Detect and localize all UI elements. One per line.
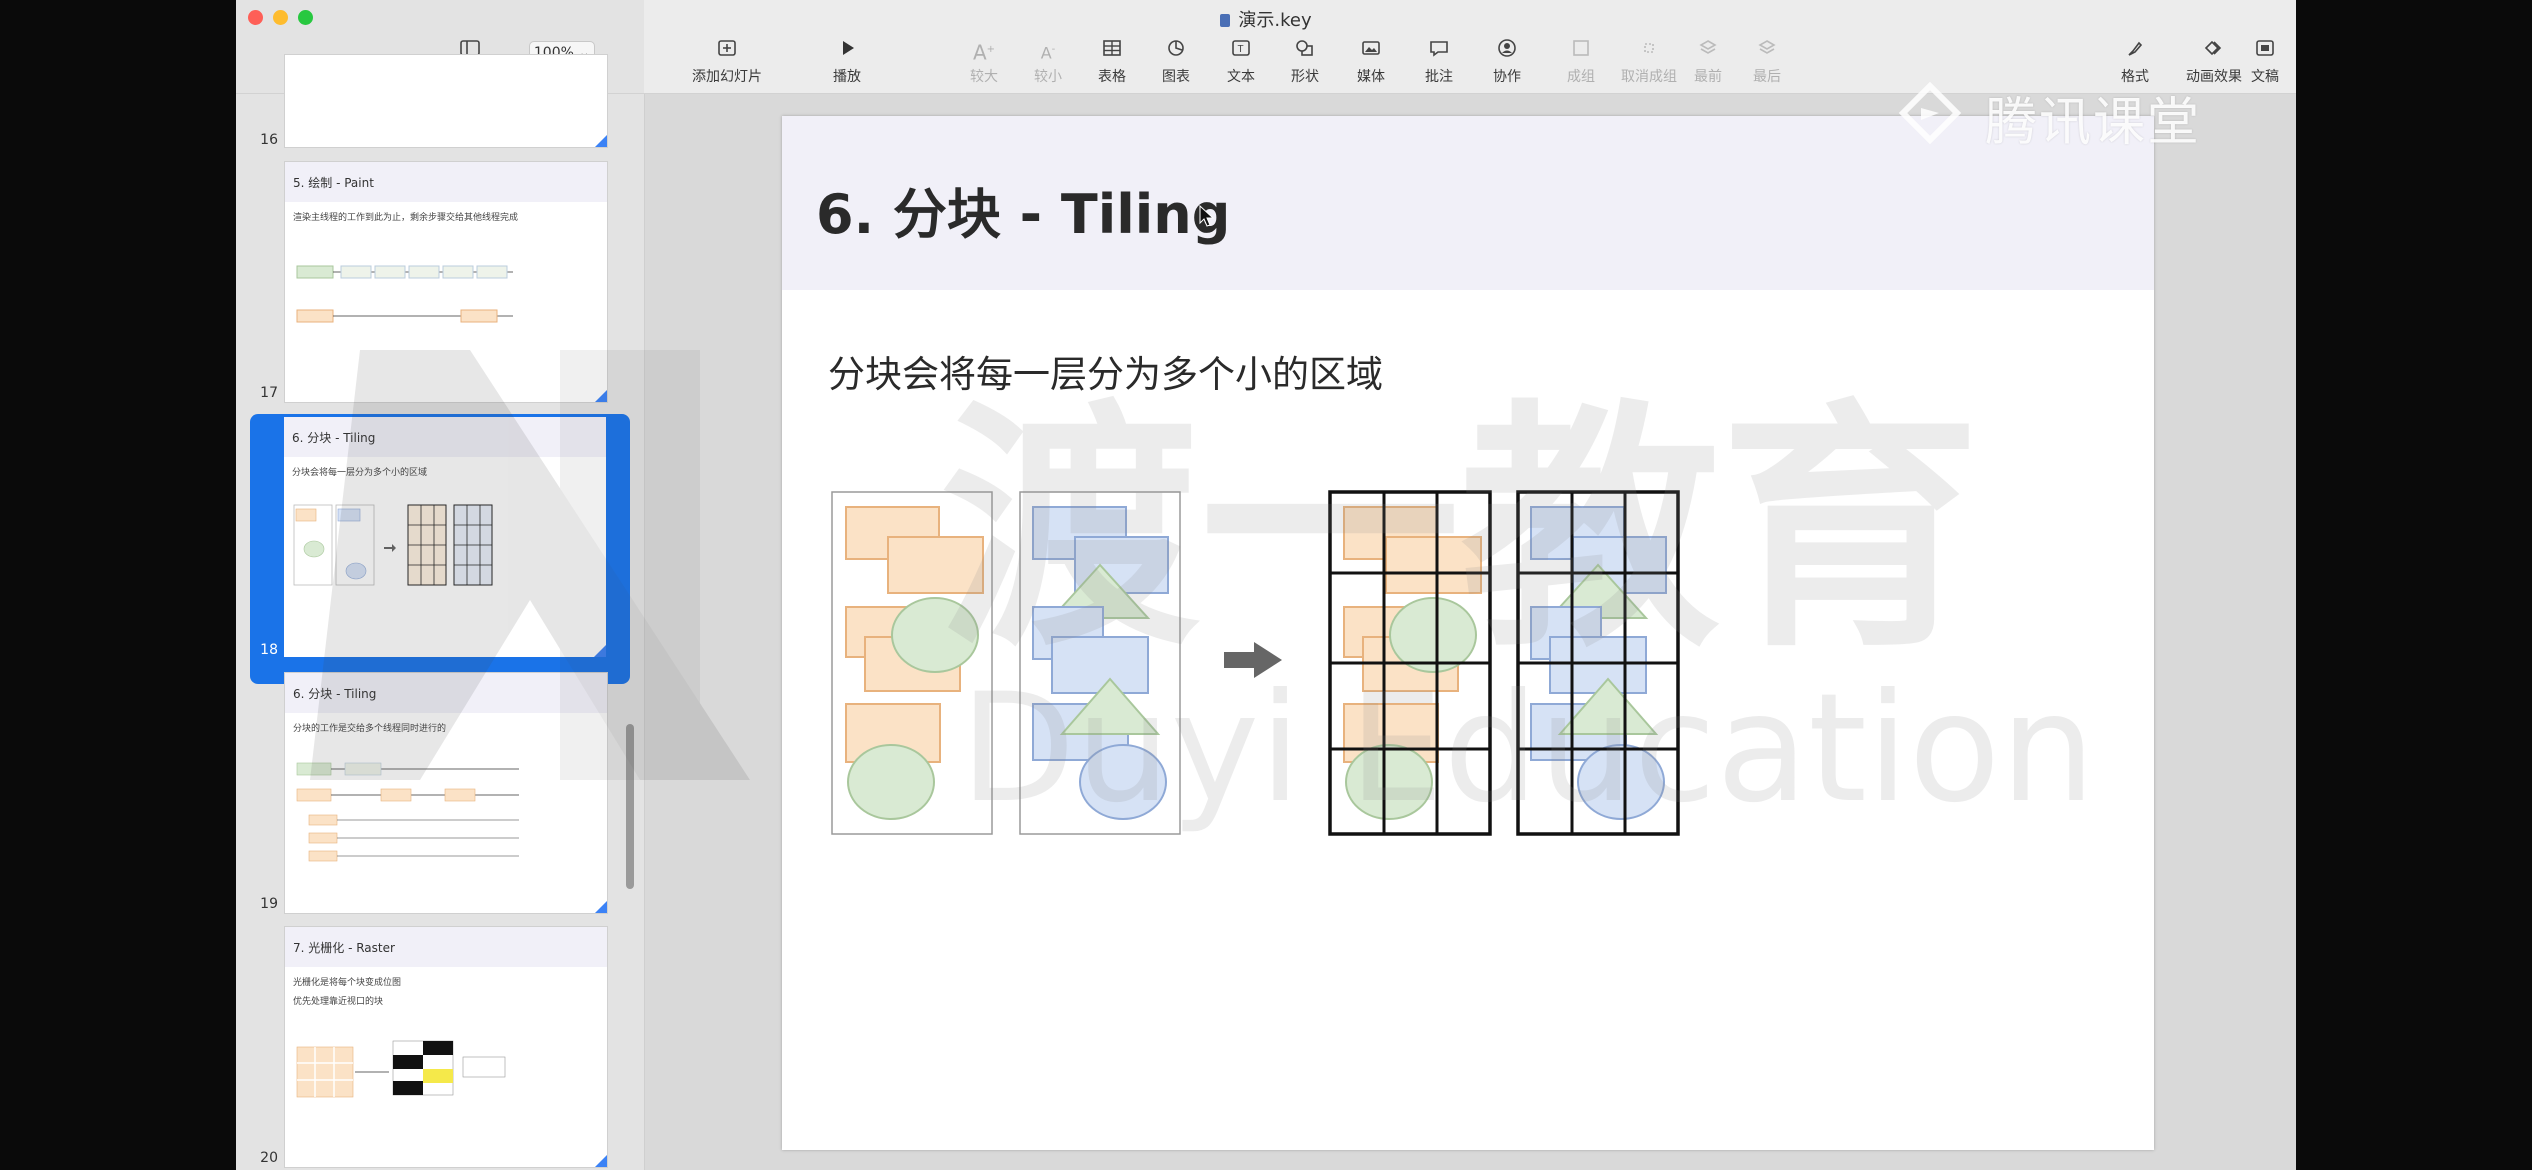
tiling-diagram: [831, 490, 1680, 836]
play-icon: [802, 38, 892, 62]
tencent-logo-icon: [1898, 81, 1962, 145]
add-slide-icon: [682, 38, 772, 62]
window-title: 演示.key: [236, 6, 2296, 32]
play-button[interactable]: 播放: [802, 38, 892, 86]
format-button[interactable]: 格式: [2090, 38, 2180, 86]
back-icon: [1722, 38, 1812, 62]
slide-number-19: 19: [260, 896, 278, 912]
format-icon: [2090, 38, 2180, 62]
slide-navigator: 16 5. 绘制 - Paint 渲染主线程的工作到此为止，剩余步骤交给其他线程…: [236, 54, 645, 1170]
thumb-title: 7. 光栅化 - Raster: [285, 927, 607, 967]
slide-thumbnail-16[interactable]: [284, 54, 608, 148]
play-label: 播放: [833, 69, 861, 85]
thumb-title: 5. 绘制 - Paint: [285, 162, 607, 202]
add-slide-button[interactable]: 添加幻灯片: [682, 38, 772, 86]
thumb-title: 6. 分块 - Tiling: [284, 417, 606, 457]
thumb-diagram: [296, 762, 519, 862]
corner-marker: [595, 135, 607, 147]
thumb-subtitle: 渲染主线程的工作到此为止，剩余步骤交给其他线程完成: [293, 213, 519, 223]
slide-thumbnail-20[interactable]: 7. 光栅化 - Raster 光栅化是将每个块变成位图 优先处理靠近视口的块: [284, 926, 608, 1168]
layer-1[interactable]: [831, 491, 993, 835]
slide-thumbnail-19[interactable]: 6. 分块 - Tiling 分块的工作是交给多个线程同时进行的: [284, 672, 608, 914]
slide-number-18: 18: [260, 642, 278, 658]
slide-number-17: 17: [260, 385, 278, 401]
thumb-subtitle: 分块会将每一层分为多个小的区域: [292, 468, 428, 478]
thumb-diagram: [296, 1040, 506, 1098]
document-button[interactable]: 文稿: [2235, 38, 2295, 86]
add-slide-label: 添加幻灯片: [692, 69, 762, 85]
current-slide[interactable]: 6. 分块 - Tiling 分块会将每一层分为多个小的区域: [782, 116, 2154, 1150]
arrow-right-icon: [1224, 642, 1282, 678]
document-file-icon: [1220, 14, 1231, 27]
send-back-button[interactable]: 最后: [1722, 38, 1812, 86]
svg-text:T: T: [1238, 44, 1244, 55]
thumb-subtitle: 光栅化是将每个块变成位图: [293, 978, 402, 988]
tiled-layer-1[interactable]: [1328, 490, 1492, 836]
sidebar-scrollbar[interactable]: [626, 724, 634, 889]
tiled-layer-2[interactable]: [1516, 490, 1680, 836]
window-title-text: 演示.key: [1238, 10, 1312, 31]
thumb-title: 6. 分块 - Tiling: [285, 673, 607, 713]
slide-thumbnail-18[interactable]: 6. 分块 - Tiling 分块会将每一层分为多个小的区域: [284, 417, 606, 657]
tencent-watermark: 腾讯课堂: [1985, 93, 2202, 153]
layer-2[interactable]: [1019, 491, 1181, 835]
document-icon: [2235, 38, 2295, 62]
slide-number-16: 16: [260, 132, 278, 148]
mouse-cursor-icon: [1199, 205, 1215, 227]
slide-thumbnail-17[interactable]: 5. 绘制 - Paint 渲染主线程的工作到此为止，剩余步骤交给其他线程完成: [284, 161, 608, 403]
thumb-diagram: [296, 265, 513, 323]
thumb-subtitle: 分块的工作是交给多个线程同时进行的: [293, 724, 447, 734]
thumb-diagram: [293, 504, 493, 586]
thumb-subtitle-2: 优先处理靠近视口的块: [293, 997, 384, 1007]
slide-number-20: 20: [260, 1150, 278, 1166]
